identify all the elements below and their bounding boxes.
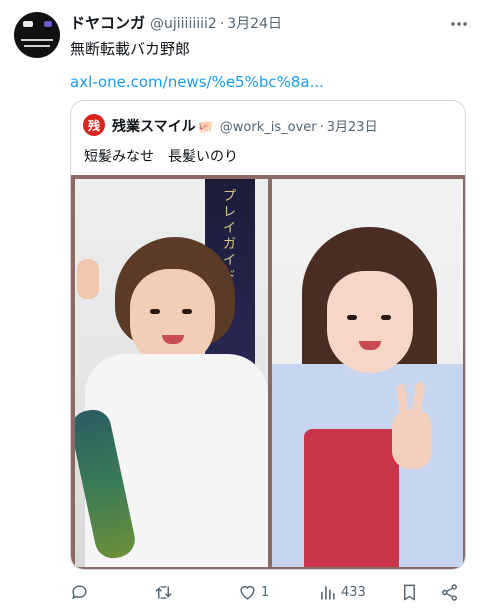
- tweet-header: ドヤコンガ @ujiiiiiiii2 · 3月24日: [70, 12, 282, 33]
- tweet-link[interactable]: axl-one.com/news/%e5%bc%8a...: [70, 73, 324, 91]
- reply-icon: [72, 584, 87, 599]
- views-button[interactable]: 433: [318, 578, 366, 606]
- tweet-date[interactable]: 3月24日: [227, 13, 282, 33]
- pig-emoji-icon: 🐖: [197, 120, 214, 135]
- quoted-tweet[interactable]: 残 残業スマイル 🐖 @work_is_over · 3月23日 短髪みなせ 長…: [70, 100, 466, 570]
- like-count: 1: [261, 584, 270, 600]
- tweet-text: 無断転載バカ野郎: [70, 40, 191, 58]
- user-handle[interactable]: @ujiiiiiiii2: [150, 16, 217, 32]
- quoted-text: 短髪みなせ 長髪いのり: [84, 149, 238, 165]
- separator: ·: [219, 16, 225, 32]
- media-grid: プレイガイド: [71, 175, 465, 569]
- display-name[interactable]: ドヤコンガ: [70, 12, 145, 33]
- quoted-avatar[interactable]: 残: [83, 114, 105, 136]
- like-button[interactable]: 1: [238, 578, 269, 606]
- quoted-display-name[interactable]: 残業スマイル: [112, 116, 196, 136]
- tweet[interactable]: ドヤコンガ @ujiiiiiiii2 · 3月24日 無断転載バカ野郎 axl-…: [0, 0, 480, 614]
- views-count: 433: [341, 584, 366, 600]
- heart-icon: [240, 585, 255, 600]
- action-bar: 1 433: [70, 578, 466, 606]
- retweet-button[interactable]: [154, 578, 177, 606]
- quoted-handle[interactable]: @work_is_over: [220, 120, 317, 135]
- reply-button[interactable]: [70, 578, 93, 606]
- avatar[interactable]: [14, 12, 60, 58]
- photo-long-hair[interactable]: [272, 179, 463, 567]
- share-icon: [442, 583, 457, 601]
- bookmark-button[interactable]: [400, 578, 419, 606]
- quoted-date[interactable]: 3月23日: [327, 116, 378, 135]
- bookmark-icon: [404, 584, 415, 600]
- share-button[interactable]: [440, 578, 459, 606]
- quoted-separator: ·: [319, 120, 324, 135]
- photo-short-hair[interactable]: プレイガイド: [75, 179, 268, 567]
- retweet-icon: [155, 585, 172, 599]
- quoted-header: 残業スマイル 🐖 @work_is_over · 3月23日: [112, 116, 378, 136]
- views-icon: [321, 585, 335, 600]
- more-icon[interactable]: [448, 14, 470, 34]
